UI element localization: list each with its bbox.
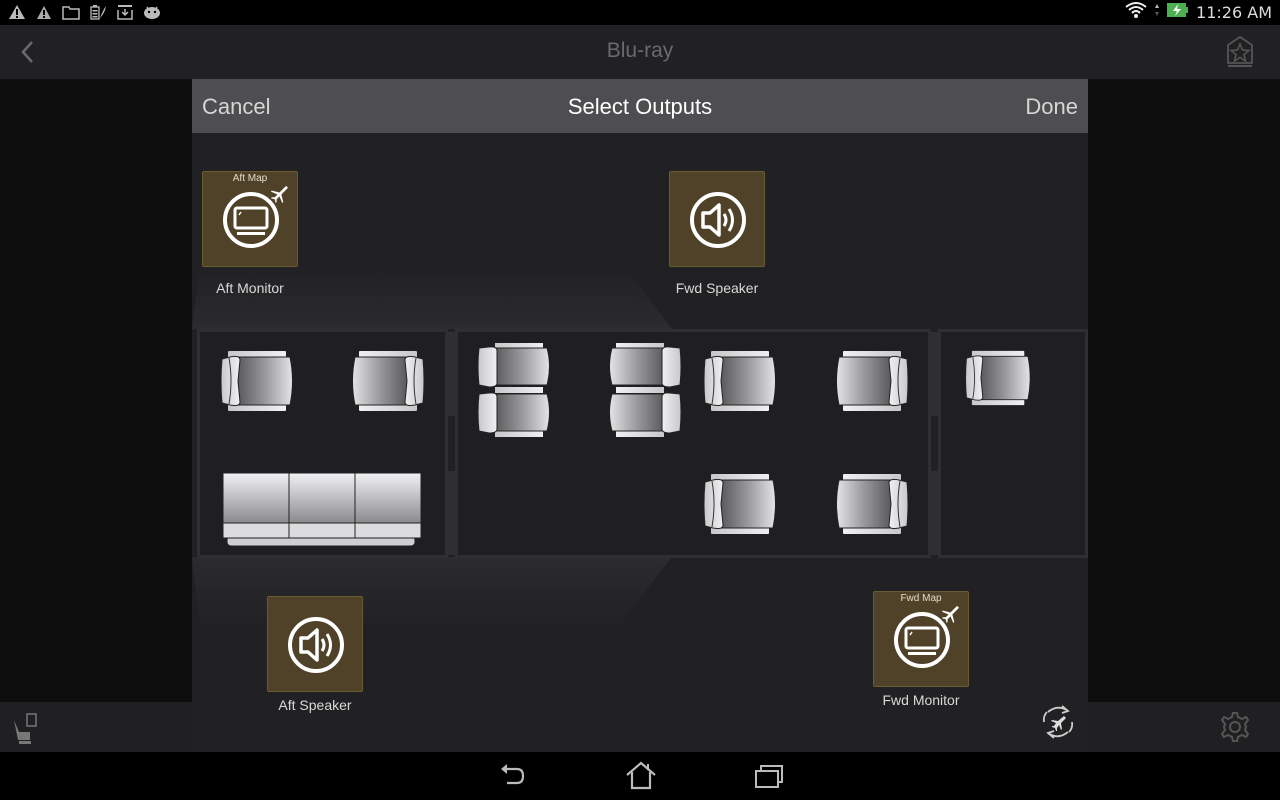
output-fwd-monitor[interactable]: Fwd Map Fwd Monitor bbox=[873, 591, 969, 708]
speaker-icon bbox=[690, 192, 746, 248]
sync-airplane-icon bbox=[1042, 705, 1074, 739]
output-sublabel: Fwd Map bbox=[900, 593, 942, 604]
zone-divider bbox=[931, 332, 939, 416]
club-seat[interactable] bbox=[703, 473, 779, 535]
output-label: Fwd Speaker bbox=[675, 280, 759, 296]
nav-recents-button[interactable] bbox=[752, 760, 786, 792]
home-icon bbox=[626, 761, 656, 790]
battery-feather-icon bbox=[89, 4, 107, 20]
zone-divider bbox=[931, 471, 939, 555]
output-tile[interactable]: Aft Map bbox=[202, 171, 298, 267]
airplane-icon bbox=[941, 605, 959, 623]
wifi-icon bbox=[1124, 1, 1148, 24]
club-seat[interactable] bbox=[833, 350, 909, 412]
app-title: Blu-ray bbox=[606, 39, 674, 62]
folder-icon bbox=[62, 4, 80, 20]
warning-icon bbox=[8, 4, 26, 20]
sync-button[interactable] bbox=[1040, 702, 1076, 742]
recent-apps-icon bbox=[755, 765, 783, 788]
system-nav-bar bbox=[0, 752, 1280, 800]
output-tile[interactable]: Fwd Map bbox=[873, 591, 969, 687]
clock: 11:26 AM bbox=[1196, 3, 1272, 22]
seat-control-button[interactable] bbox=[10, 710, 42, 746]
club-seat[interactable] bbox=[703, 350, 779, 412]
zone-divider bbox=[448, 471, 456, 555]
status-bar: 11:26 AM bbox=[0, 0, 1280, 25]
screen: 11:26 AM Blu-ray Cancel Select Outputs D… bbox=[0, 0, 1280, 800]
club-seat[interactable] bbox=[220, 350, 296, 412]
favorite-button[interactable] bbox=[1226, 35, 1254, 69]
settings-button[interactable] bbox=[1218, 710, 1252, 744]
output-sublabel: Aft Map bbox=[232, 173, 268, 184]
club-seat[interactable] bbox=[961, 350, 1037, 406]
club-seat[interactable] bbox=[349, 350, 425, 412]
output-fwd-speaker[interactable]: Fwd Speaker bbox=[669, 171, 765, 296]
output-label: Aft Monitor bbox=[216, 280, 284, 296]
club-seat[interactable] bbox=[833, 473, 909, 535]
nav-home-button[interactable] bbox=[624, 760, 658, 792]
download-tray-icon bbox=[116, 4, 134, 20]
back-nav-icon bbox=[501, 764, 525, 785]
done-button[interactable]: Done bbox=[1025, 94, 1078, 120]
output-tile[interactable] bbox=[267, 596, 363, 692]
fuselage-shading bbox=[192, 264, 672, 329]
gear-icon bbox=[1220, 712, 1250, 742]
nav-back-button[interactable] bbox=[495, 760, 529, 792]
output-label: Aft Speaker bbox=[278, 697, 352, 713]
select-outputs-dialog: Cancel Select Outputs Done Aft Map Aft M… bbox=[192, 79, 1088, 752]
output-tile[interactable] bbox=[669, 171, 765, 267]
dialog-title: Select Outputs bbox=[567, 94, 713, 119]
double-seat[interactable] bbox=[477, 342, 553, 438]
output-label: Fwd Monitor bbox=[882, 692, 960, 708]
android-icon bbox=[143, 4, 161, 20]
dialog-header: Cancel Select Outputs Done bbox=[192, 79, 1088, 133]
star-badge-icon bbox=[1227, 35, 1253, 67]
output-aft-speaker[interactable]: Aft Speaker bbox=[267, 596, 363, 713]
data-arrows-icon bbox=[1154, 2, 1160, 23]
app-bar: Blu-ray bbox=[0, 25, 1280, 79]
battery-charging-icon bbox=[1166, 1, 1190, 24]
seat-device-icon bbox=[14, 713, 37, 744]
double-seat[interactable] bbox=[606, 342, 682, 438]
zone-divider bbox=[448, 332, 456, 416]
speaker-icon bbox=[288, 617, 344, 673]
divan-sofa[interactable] bbox=[222, 472, 422, 547]
airplane-icon bbox=[270, 185, 288, 203]
warning-icon bbox=[35, 4, 53, 20]
output-aft-monitor[interactable]: Aft Map Aft Monitor bbox=[202, 171, 298, 296]
